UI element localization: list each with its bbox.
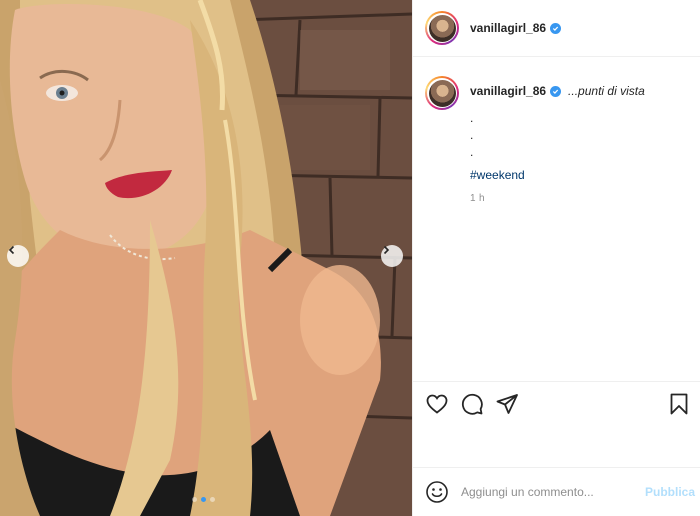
post-media[interactable] <box>0 0 412 516</box>
verified-badge-icon <box>550 85 562 97</box>
paper-plane-icon[interactable] <box>495 392 519 416</box>
avatar-image <box>428 79 456 107</box>
caption-text: ...punti di vista <box>568 84 645 98</box>
previous-slide-button[interactable] <box>7 245 29 267</box>
verified-badge-icon <box>550 22 562 34</box>
comment-bubble-icon[interactable] <box>460 392 484 416</box>
slide-dot <box>192 497 197 502</box>
heart-icon[interactable] <box>425 392 449 416</box>
hashtag-link[interactable]: #weekend <box>470 168 645 182</box>
avatar-frame <box>427 13 457 43</box>
add-comment-bar: Pubblica <box>413 467 700 516</box>
comment-username[interactable]: vanillagirl_86 <box>470 84 546 98</box>
post-photo <box>0 0 412 516</box>
next-slide-button[interactable] <box>381 245 403 267</box>
bookmark-icon[interactable] <box>667 392 691 416</box>
publish-button[interactable]: Pubblica <box>645 485 695 499</box>
avatar[interactable] <box>425 11 459 45</box>
slide-dot <box>210 497 215 502</box>
smiley-icon[interactable] <box>425 480 449 504</box>
post-timestamp: 1 h <box>470 193 485 204</box>
slide-dot-active <box>201 497 206 502</box>
post-side-panel: vanillagirl_86 vanillagirl_86 ...punti d… <box>412 0 700 516</box>
action-bar <box>413 381 700 425</box>
post-header: vanillagirl_86 <box>413 0 700 57</box>
slide-indicator <box>192 497 215 502</box>
avatar-frame <box>427 78 457 108</box>
comment-line: vanillagirl_86 ...punti di vista <box>470 84 645 98</box>
comment-input[interactable] <box>461 485 631 499</box>
avatar-image <box>428 14 456 42</box>
header-username[interactable]: vanillagirl_86 <box>470 21 546 35</box>
chevron-left-icon <box>8 245 15 255</box>
chevron-right-icon <box>383 245 390 255</box>
caption-dots: . . . <box>470 111 474 159</box>
caption-comment: vanillagirl_86 ...punti di vista . . . #… <box>425 76 645 204</box>
comment-body: vanillagirl_86 ...punti di vista . . . #… <box>470 76 645 204</box>
comment-avatar[interactable] <box>425 76 459 110</box>
